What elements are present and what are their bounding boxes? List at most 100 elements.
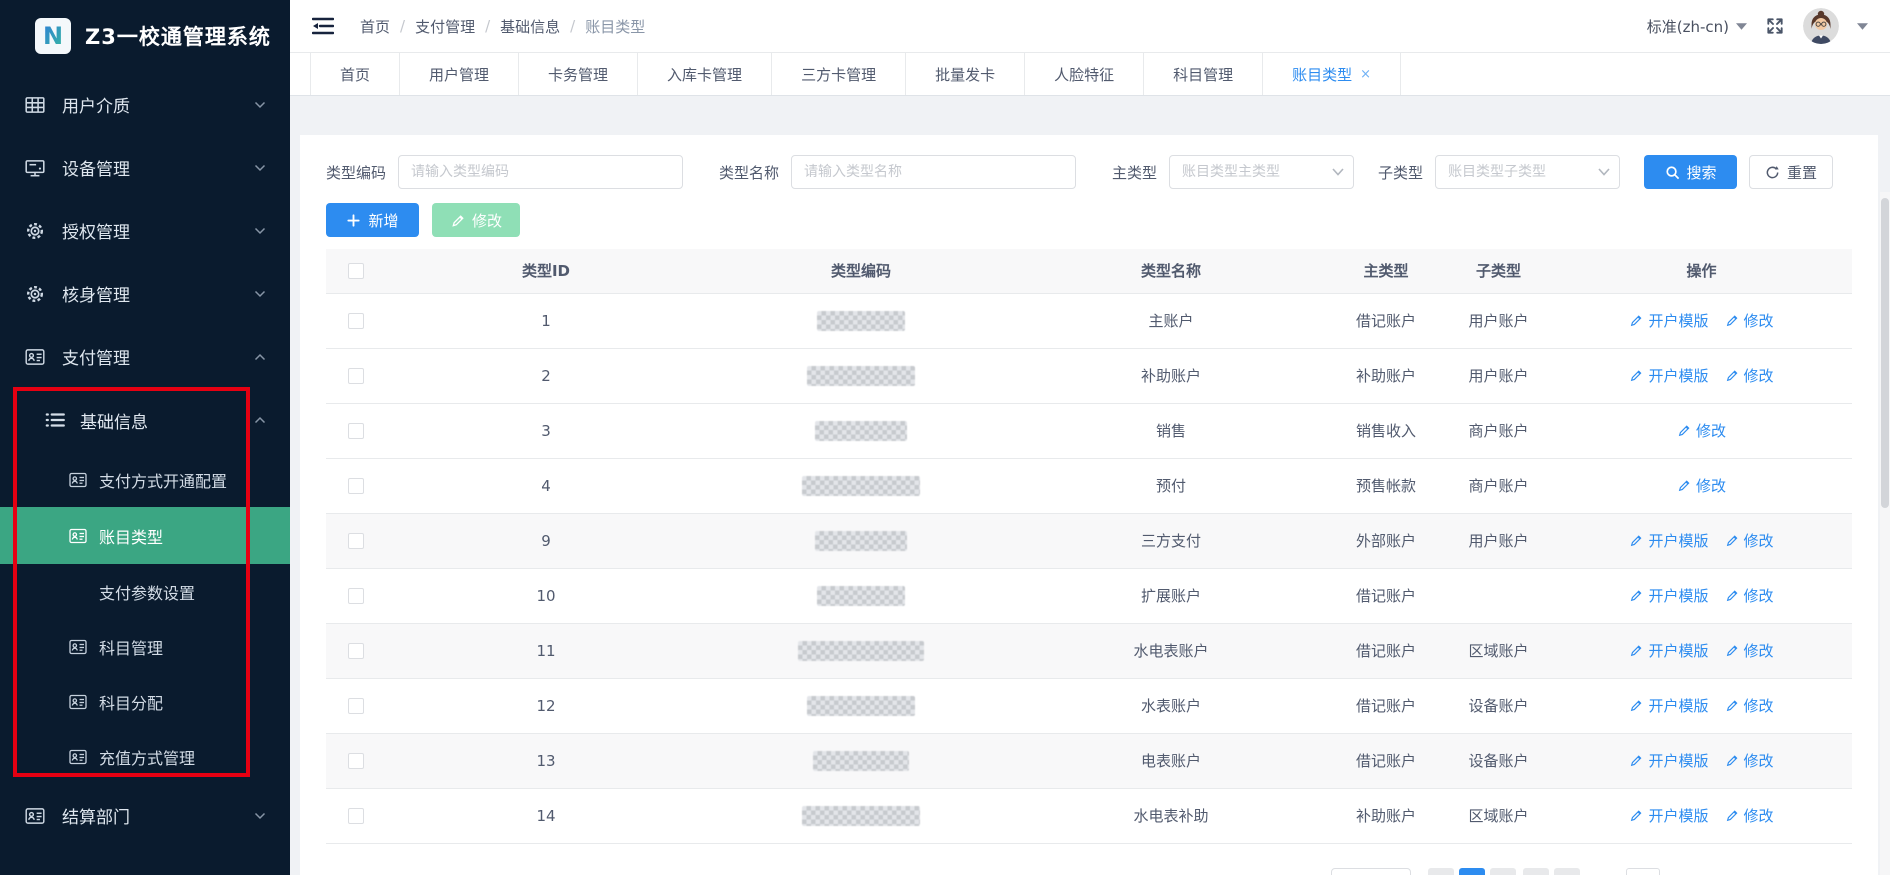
reset-button[interactable]: 重置: [1749, 155, 1833, 189]
breadcrumb-item[interactable]: 首页: [360, 16, 390, 37]
edit-link[interactable]: 修改: [1725, 695, 1774, 716]
breadcrumb-item[interactable]: 账目类型: [585, 16, 645, 37]
table-row: 11水电表账户借记账户区域账户开户模版修改: [326, 623, 1852, 678]
tab-三方卡管理[interactable]: 三方卡管理: [772, 53, 906, 95]
tab-卡务管理[interactable]: 卡务管理: [519, 53, 638, 95]
sidebar-subitem-科目分配[interactable]: 科目分配: [0, 674, 290, 729]
chevron-down-icon: [254, 227, 266, 235]
filter-main-select[interactable]: [1169, 155, 1354, 189]
pagination-page-button-active[interactable]: [1459, 868, 1485, 875]
tab-账目类型[interactable]: 账目类型 ×: [1263, 53, 1401, 95]
row-checkbox[interactable]: [348, 313, 364, 329]
op-link-label: 修改: [1744, 310, 1774, 331]
open-template-link[interactable]: 开户模版: [1629, 640, 1708, 661]
add-button[interactable]: 新增: [326, 203, 419, 237]
edit-link[interactable]: 修改: [1725, 640, 1774, 661]
sidebar-subitem-账目类型[interactable]: 账目类型: [0, 507, 290, 564]
pencil-icon: [1725, 588, 1739, 602]
row-checkbox[interactable]: [348, 368, 364, 384]
edit-link[interactable]: 修改: [1725, 310, 1774, 331]
language-selector[interactable]: 标准(zh-cn): [1647, 16, 1747, 37]
tab-人脸特征[interactable]: 人脸特征: [1025, 53, 1144, 95]
page-size-select[interactable]: [1331, 868, 1411, 875]
sidebar-subitem-支付方式开通配置[interactable]: 支付方式开通配置: [0, 452, 290, 507]
row-checkbox[interactable]: [348, 698, 364, 714]
tab-科目管理[interactable]: 科目管理: [1144, 53, 1263, 95]
op-link-label: 修改: [1744, 750, 1774, 771]
tab-入库卡管理[interactable]: 入库卡管理: [638, 53, 772, 95]
pencil-icon: [450, 213, 465, 228]
pencil-icon: [1629, 643, 1643, 657]
edit-link[interactable]: 修改: [1677, 475, 1726, 496]
sidebar-item-基础信息[interactable]: 基础信息: [0, 388, 290, 452]
open-template-link[interactable]: 开户模版: [1629, 750, 1708, 771]
row-checkbox[interactable]: [348, 808, 364, 824]
search-button[interactable]: 搜索: [1644, 155, 1737, 189]
edit-link[interactable]: 修改: [1725, 750, 1774, 771]
op-link-label: 修改: [1744, 805, 1774, 826]
scrollbar-thumb[interactable]: [1881, 198, 1889, 508]
sidebar-item-核身管理[interactable]: 核身管理: [0, 262, 290, 325]
row-checkbox[interactable]: [348, 533, 364, 549]
sidebar-item-结算部门[interactable]: 结算部门: [0, 784, 290, 847]
edit-link[interactable]: 修改: [1725, 585, 1774, 606]
filter-sub-select[interactable]: [1435, 155, 1620, 189]
breadcrumb-item[interactable]: 基础信息: [500, 16, 560, 37]
edit-button-disabled[interactable]: 修改: [432, 203, 520, 237]
edit-link[interactable]: 修改: [1725, 805, 1774, 826]
tab-批量发卡[interactable]: 批量发卡: [906, 53, 1025, 95]
chevron-down-icon: [254, 290, 266, 298]
open-template-link[interactable]: 开户模版: [1629, 805, 1708, 826]
cell-operations: 开户模版 修改: [1551, 293, 1852, 348]
breadcrumb-item[interactable]: 支付管理: [415, 16, 475, 37]
edit-link[interactable]: 修改: [1677, 420, 1726, 441]
cell-type-code: [706, 513, 1016, 568]
cell-type-code: [706, 733, 1016, 788]
tab-用户管理[interactable]: 用户管理: [400, 53, 519, 95]
sidebar-subitem-充值方式管理[interactable]: 充值方式管理: [0, 729, 290, 784]
open-template-link[interactable]: 开户模版: [1629, 695, 1708, 716]
cell-main-type: 借记账户: [1326, 293, 1446, 348]
tab-首页[interactable]: 首页: [310, 53, 400, 95]
scrollbar[interactable]: [1880, 192, 1890, 875]
row-checkbox[interactable]: [348, 753, 364, 769]
select-all-checkbox[interactable]: [348, 263, 364, 279]
avatar[interactable]: [1803, 8, 1839, 44]
chevron-up-icon: [254, 416, 266, 424]
row-checkbox[interactable]: [348, 588, 364, 604]
user-menu-caret-icon[interactable]: [1857, 23, 1868, 30]
sidebar-item-授权管理[interactable]: 授权管理: [0, 199, 290, 262]
edit-link[interactable]: 修改: [1725, 365, 1774, 386]
table-header: 类型ID类型编码类型名称主类型子类型操作: [326, 249, 1852, 293]
pagination-page-button[interactable]: [1523, 868, 1549, 875]
open-template-link[interactable]: 开户模版: [1629, 585, 1708, 606]
tab-label: 账目类型: [1292, 64, 1352, 85]
row-checkbox[interactable]: [348, 478, 364, 494]
row-checkbox[interactable]: [348, 643, 364, 659]
sidebar-subitem-科目管理[interactable]: 科目管理: [0, 619, 290, 674]
tab-close-icon[interactable]: ×: [1360, 67, 1371, 82]
collapse-menu-icon[interactable]: [312, 17, 334, 35]
cell-main-type: 补助账户: [1326, 788, 1446, 843]
sidebar-item-设备管理[interactable]: 设备管理: [0, 136, 290, 199]
fullscreen-icon[interactable]: [1765, 16, 1785, 36]
column-header-类型名称: 类型名称: [1016, 249, 1326, 293]
open-template-link[interactable]: 开户模版: [1629, 530, 1708, 551]
edit-link[interactable]: 修改: [1725, 530, 1774, 551]
cell-type-name: 电表账户: [1016, 733, 1326, 788]
redacted-code-block: [798, 641, 924, 661]
sidebar-subitem-支付参数设置[interactable]: 支付参数设置: [0, 564, 290, 619]
tab-label: 用户管理: [429, 64, 489, 85]
pagination-next-button[interactable]: [1554, 868, 1580, 875]
open-template-link[interactable]: 开户模版: [1629, 365, 1708, 386]
row-checkbox[interactable]: [348, 423, 364, 439]
pagination-page-button[interactable]: [1490, 868, 1516, 875]
sidebar-item-支付管理[interactable]: 支付管理: [0, 325, 290, 388]
open-template-link[interactable]: 开户模版: [1629, 310, 1708, 331]
pagination-prev-button[interactable]: [1428, 868, 1454, 875]
pagination-jump-input[interactable]: [1626, 868, 1660, 875]
filter-name-input[interactable]: [791, 155, 1076, 189]
sidebar-item-label: 基础信息: [80, 408, 148, 433]
filter-code-input[interactable]: [398, 155, 683, 189]
sidebar-item-用户介质[interactable]: 用户介质: [0, 73, 290, 136]
